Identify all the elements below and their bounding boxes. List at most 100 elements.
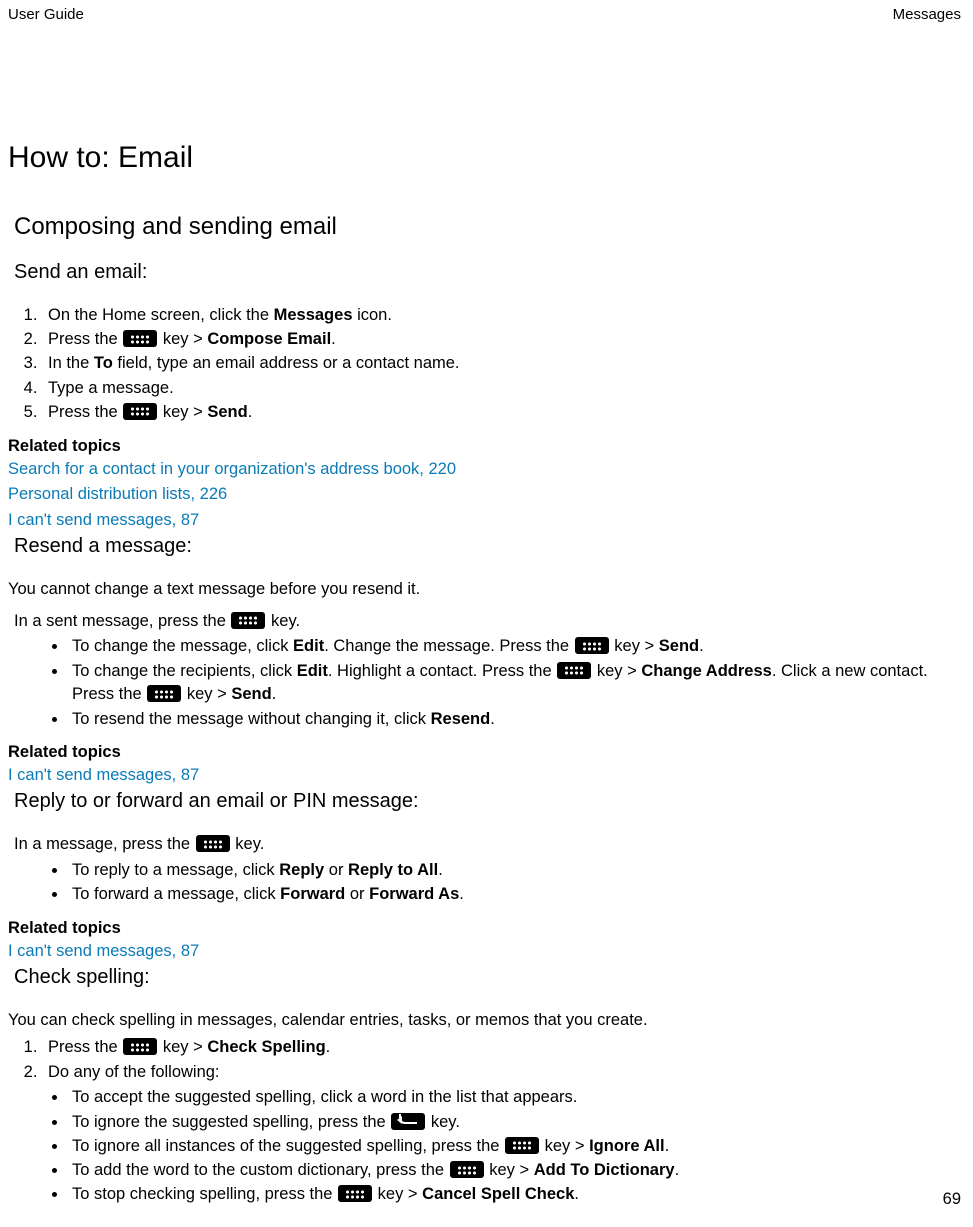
text: . Highlight a contact. Press the — [328, 662, 556, 680]
list-item: To change the message, click Edit. Chang… — [68, 635, 961, 659]
bold-text: Resend — [431, 710, 491, 728]
text: . — [490, 710, 495, 728]
bold-text: Change Address — [641, 662, 772, 680]
text: . — [438, 861, 443, 879]
text: key. — [266, 612, 300, 630]
menu-key-icon — [123, 330, 157, 347]
text: . — [459, 885, 464, 903]
text: To forward a message, click — [72, 885, 280, 903]
list-item: Press the key > Compose Email. — [42, 328, 961, 352]
escape-key-icon — [391, 1113, 425, 1130]
subsection-spelling: Check spelling: — [14, 966, 961, 989]
text: To change the message, click — [72, 637, 293, 655]
text: . — [272, 685, 277, 703]
list-item: In the To field, type an email address o… — [42, 352, 961, 376]
text: To change the recipients, click — [72, 662, 297, 680]
text: . — [675, 1161, 680, 1179]
text: To stop checking spelling, press the — [72, 1185, 337, 1203]
bold-text: Send — [231, 685, 271, 703]
related-link[interactable]: Search for a contact in your organizatio… — [8, 460, 456, 478]
related-topics-heading: Related topics — [8, 919, 961, 938]
list-item: Press the key > Send. — [42, 401, 961, 425]
text: or — [324, 861, 348, 879]
reply-bullets: To reply to a message, click Reply or Re… — [8, 859, 961, 907]
spelling-bullets: To accept the suggested spelling, click … — [8, 1086, 961, 1207]
bold-text: Add To Dictionary — [534, 1161, 675, 1179]
related-topics-heading: Related topics — [8, 437, 961, 456]
list-item: Type a message. — [42, 377, 961, 401]
list-item: To change the recipients, click Edit. Hi… — [68, 660, 961, 708]
text: . — [248, 403, 253, 421]
resend-line: In a sent message, press the key. — [14, 610, 961, 634]
text: Press the — [48, 330, 122, 348]
related-topics-heading: Related topics — [8, 743, 961, 762]
text: To ignore the suggested spelling, press … — [72, 1113, 390, 1131]
bold-text: Compose Email — [207, 330, 331, 348]
related-link[interactable]: I can't send messages, 87 — [8, 511, 199, 529]
menu-key-icon — [196, 835, 230, 852]
bold-text: Edit — [293, 637, 324, 655]
spelling-steps: Press the key > Check Spelling. Do any o… — [8, 1036, 961, 1084]
list-item: To ignore the suggested spelling, press … — [68, 1111, 961, 1135]
header-left: User Guide — [8, 6, 84, 23]
related-link[interactable]: Personal distribution lists, 226 — [8, 485, 227, 503]
text: key > — [540, 1137, 589, 1155]
text: In a sent message, press the — [14, 612, 230, 630]
text: key > — [373, 1185, 422, 1203]
text: In the — [48, 354, 94, 372]
menu-key-icon — [147, 685, 181, 702]
text: To add the word to the custom dictionary… — [72, 1161, 449, 1179]
send-email-steps: On the Home screen, click the Messages i… — [8, 304, 961, 425]
bold-text: Forward — [280, 885, 345, 903]
text: To reply to a message, click — [72, 861, 279, 879]
spelling-intro: You can check spelling in messages, cale… — [8, 1009, 961, 1033]
text: key > — [485, 1161, 534, 1179]
related-link[interactable]: I can't send messages, 87 — [8, 766, 199, 784]
list-item: On the Home screen, click the Messages i… — [42, 304, 961, 328]
list-item: To forward a message, click Forward or F… — [68, 883, 961, 907]
related-link[interactable]: I can't send messages, 87 — [8, 942, 199, 960]
bold-text: Send — [659, 637, 699, 655]
text: or — [345, 885, 369, 903]
list-item: To accept the suggested spelling, click … — [68, 1086, 961, 1110]
text: field, type an email address or a contac… — [113, 354, 460, 372]
bold-text: Edit — [297, 662, 328, 680]
menu-key-icon — [231, 612, 265, 629]
list-item: Do any of the following: — [42, 1061, 961, 1085]
list-item: To resend the message without changing i… — [68, 708, 961, 732]
bold-text: Send — [207, 403, 247, 421]
list-item: To ignore all instances of the suggested… — [68, 1135, 961, 1159]
menu-key-icon — [123, 1038, 157, 1055]
page-number: 69 — [943, 1190, 961, 1209]
text: key > — [610, 637, 659, 655]
text: key. — [426, 1113, 460, 1131]
text: To ignore all instances of the suggested… — [72, 1137, 504, 1155]
bold-text: Reply — [279, 861, 324, 879]
bold-text: Forward As — [369, 885, 459, 903]
text: key > — [158, 403, 207, 421]
list-item: To reply to a message, click Reply or Re… — [68, 859, 961, 883]
text: On the Home screen, click the — [48, 306, 274, 324]
bold-text: Cancel Spell Check — [422, 1185, 574, 1203]
subsection-send-email: Send an email: — [14, 261, 961, 284]
menu-key-icon — [338, 1185, 372, 1202]
menu-key-icon — [557, 662, 591, 679]
text: key > — [592, 662, 641, 680]
text: Press the — [48, 403, 122, 421]
reply-line: In a message, press the key. — [14, 833, 961, 857]
page-title: How to: Email — [8, 141, 961, 175]
text: key. — [231, 835, 265, 853]
text: . — [331, 330, 336, 348]
text: . — [699, 637, 704, 655]
text: Press the — [48, 1038, 122, 1056]
menu-key-icon — [123, 403, 157, 420]
bold-text: Ignore All — [589, 1137, 664, 1155]
text: key > — [158, 1038, 207, 1056]
text: In a message, press the — [14, 835, 195, 853]
text: key > — [182, 685, 231, 703]
bold-text: Check Spelling — [207, 1038, 325, 1056]
text: . — [574, 1185, 579, 1203]
subsection-resend: Resend a message: — [14, 535, 961, 558]
bold-text: Messages — [274, 306, 353, 324]
menu-key-icon — [450, 1161, 484, 1178]
